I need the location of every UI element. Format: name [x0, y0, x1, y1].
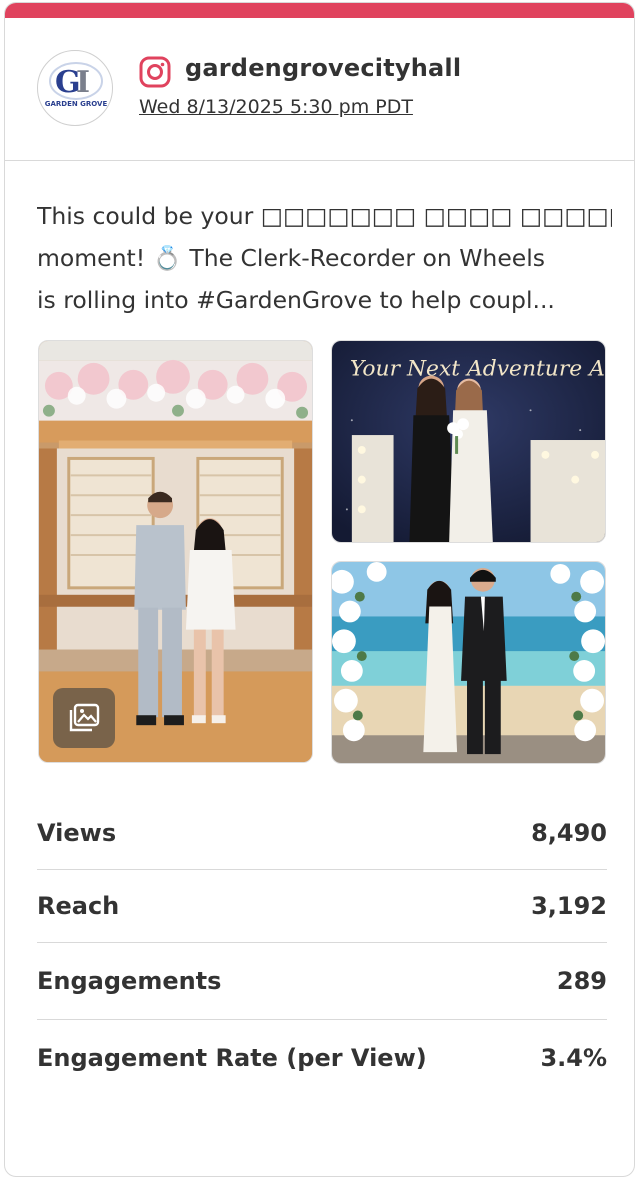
accent-bar — [5, 3, 634, 18]
photo-sign-text: Your Next Adventure Awaits The Clerk-Re — [350, 357, 605, 382]
post-card: G I GARDEN GROVE gardengrovecityhall Wed… — [4, 2, 635, 1177]
caption-line: moment! 💍 The Clerk-Recorder on Wheels — [37, 244, 546, 272]
caption-line: This could be your □□□□□□□ □□□□ □□□□□ — [37, 202, 612, 230]
post-image-3[interactable] — [331, 561, 606, 764]
stat-label: Engagement Rate (per View) — [37, 1044, 427, 1072]
stat-label: Views — [37, 819, 117, 847]
post-header: G I GARDEN GROVE gardengrovecityhall Wed… — [5, 18, 634, 161]
stat-row-views: Views 8,490 — [37, 797, 607, 870]
post-stats: Views 8,490 Reach 3,192 Engagements 289 … — [37, 797, 607, 1096]
post-caption: This could be your □□□□□□□ □□□□ □□□□□ mo… — [37, 195, 612, 321]
instagram-icon — [139, 56, 171, 88]
stat-row-engagement-rate: Engagement Rate (per View) 3.4% — [37, 1020, 607, 1096]
avatar[interactable]: G I GARDEN GROVE — [37, 50, 113, 126]
stat-label: Engagements — [37, 967, 222, 995]
stat-value: 3,192 — [531, 892, 607, 920]
account-name[interactable]: gardengrovecityhall — [185, 54, 461, 82]
post-timestamp-link[interactable]: Wed 8/13/2025 5:30 pm PDT — [139, 96, 413, 118]
stat-label: Reach — [37, 892, 120, 920]
garden-grove-logo: G I GARDEN GROVE — [45, 62, 108, 108]
stat-value: 8,490 — [531, 819, 607, 847]
stat-row-engagements: Engagements 289 — [37, 943, 607, 1020]
stat-value: 3.4% — [540, 1044, 607, 1072]
post-image-2[interactable]: Your Next Adventure Awaits The Clerk-Re — [331, 340, 606, 543]
stat-value: 289 — [556, 967, 607, 995]
stat-row-reach: Reach 3,192 — [37, 870, 607, 943]
caption-line: is rolling into #GardenGrove to help cou… — [37, 286, 555, 314]
avatar-text: GARDEN GROVE — [45, 100, 108, 108]
gallery-icon — [53, 688, 115, 748]
svg-text:I: I — [76, 65, 90, 100]
